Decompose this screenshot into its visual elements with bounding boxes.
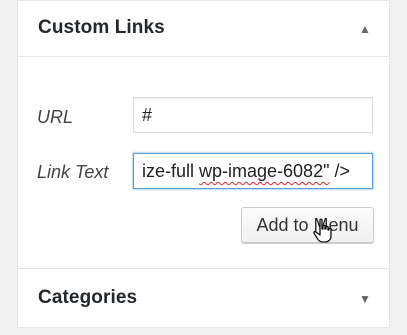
- add-to-menu-button[interactable]: Add to Menu: [241, 207, 374, 243]
- hand-cursor-icon: [313, 218, 332, 243]
- categories-panel: Categories ▼: [17, 268, 390, 328]
- url-label: URL: [37, 107, 74, 127]
- link-text-prefix: ize-full: [142, 161, 200, 181]
- triangle-down-icon[interactable]: ▼: [357, 291, 373, 307]
- link-text-input[interactable]: ize-full wp-image-6082" />: [133, 153, 373, 189]
- link-text-suffix: />: [329, 161, 350, 181]
- custom-links-title: Custom Links: [38, 17, 165, 38]
- link-text-input-value: ize-full wp-image-6082" />: [142, 154, 350, 188]
- link-text-label: Link Text: [37, 162, 109, 182]
- link-text-misspelled: wp-image-6082": [199, 161, 330, 181]
- categories-title: Categories: [38, 287, 138, 308]
- custom-links-header[interactable]: Custom Links ▲: [18, 1, 389, 57]
- triangle-up-icon[interactable]: ▲: [357, 21, 373, 37]
- url-input[interactable]: #: [133, 97, 373, 133]
- categories-header[interactable]: Categories ▼: [18, 269, 389, 327]
- url-input-value: #: [142, 105, 153, 125]
